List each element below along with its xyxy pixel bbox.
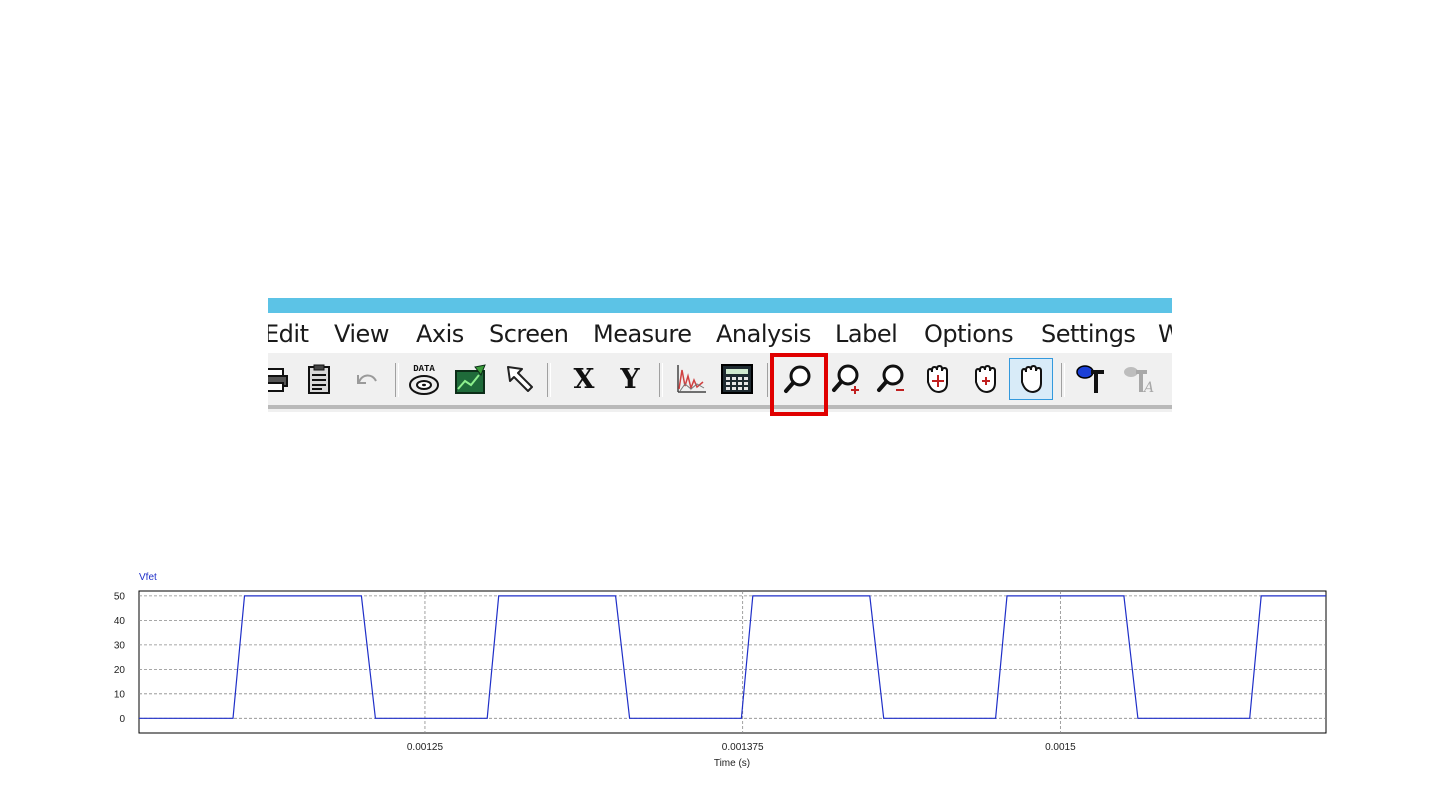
- load-data-button[interactable]: DATA: [406, 360, 442, 398]
- graph-setup-icon: [455, 364, 486, 394]
- undo-button[interactable]: [348, 360, 384, 398]
- text-label-button[interactable]: A: [1121, 360, 1157, 398]
- menu-analysis[interactable]: Analysis: [716, 320, 811, 348]
- zoom-in-button[interactable]: [828, 360, 864, 398]
- calculator-button[interactable]: [719, 360, 755, 398]
- print-button[interactable]: [268, 360, 294, 398]
- y-tick-label: 40: [114, 616, 126, 627]
- clipboard-icon: [308, 364, 330, 394]
- undo-icon: [357, 374, 377, 384]
- pan-hand-icon: [927, 364, 948, 394]
- data-load-icon: DATA: [409, 364, 439, 395]
- window-titlebar: [268, 298, 1172, 313]
- pan-hand-button[interactable]: [919, 360, 955, 398]
- y-axis-ticks: 0 10 20 30 40 50: [114, 591, 126, 724]
- toolbar-separator: [547, 363, 551, 397]
- graph-setup-button[interactable]: [453, 360, 489, 398]
- zoom-in-icon: [832, 364, 859, 394]
- menu-options[interactable]: Options: [924, 320, 1014, 348]
- menu-measure[interactable]: Measure: [593, 320, 692, 348]
- zoom-highlight-box: [770, 353, 828, 416]
- hand-pan-button[interactable]: [1009, 358, 1053, 400]
- menu-axis[interactable]: Axis: [416, 320, 464, 348]
- label-icon: [1076, 365, 1104, 393]
- y-tick-label: 0: [119, 714, 125, 725]
- x-tick-label: 0.0015: [1045, 742, 1076, 753]
- menu-window[interactable]: W: [1158, 320, 1172, 348]
- y-axis-icon: Y: [620, 363, 640, 395]
- zoom-out-button[interactable]: [873, 360, 909, 398]
- clipboard-button[interactable]: [301, 360, 337, 398]
- menu-label[interactable]: Label: [835, 320, 898, 348]
- select-arrow-icon: [507, 366, 533, 392]
- hand-plus-icon: [975, 364, 996, 394]
- y-axis-button[interactable]: Y: [612, 360, 648, 398]
- menu-bar: Edit View Axis Screen Measure Analysis L…: [268, 313, 1172, 353]
- menu-screen[interactable]: Screen: [489, 320, 569, 348]
- calculator-icon: [721, 364, 753, 394]
- trace-title: Vfet: [139, 572, 157, 583]
- y-tick-label: 30: [114, 640, 126, 651]
- y-tick-label: 50: [114, 591, 126, 602]
- waveform-plot: Vfet 0 10 20 30 40 50 0.00125 0.001375 0.0015 T…: [114, 572, 1327, 769]
- data-icon-text: DATA: [413, 364, 435, 374]
- zoom-out-icon: [877, 364, 904, 392]
- select-arrow-button[interactable]: [502, 360, 538, 398]
- plot-area[interactable]: [138, 590, 1327, 734]
- hand-plus-button[interactable]: [967, 360, 1003, 398]
- toolbar-separator: [395, 363, 399, 397]
- menu-settings[interactable]: Settings: [1041, 320, 1136, 348]
- x-axis-button[interactable]: X: [566, 360, 602, 398]
- y-tick-label: 10: [114, 689, 126, 700]
- x-axis-icon: X: [573, 363, 595, 395]
- hand-pan-icon: [1021, 364, 1042, 394]
- print-icon: [268, 368, 288, 392]
- menu-edit[interactable]: Edit: [268, 320, 309, 348]
- x-tick-label: 0.00125: [407, 742, 444, 753]
- y-tick-label: 20: [114, 665, 126, 676]
- toolbar-separator: [659, 363, 663, 397]
- fft-icon: [677, 365, 706, 393]
- menu-view[interactable]: View: [334, 320, 389, 348]
- x-axis-ticks: 0.00125 0.001375 0.0015: [407, 742, 1076, 753]
- toolbar-screenshot: Edit View Axis Screen Measure Analysis L…: [268, 298, 1172, 412]
- fft-button[interactable]: [673, 360, 709, 398]
- label-button[interactable]: [1073, 360, 1109, 398]
- x-tick-label: 0.001375: [722, 742, 764, 753]
- toolbar-separator: [1061, 363, 1065, 397]
- svg-text:A: A: [1142, 380, 1154, 396]
- text-label-icon: A: [1124, 367, 1154, 396]
- toolbar: DATA X Y A: [268, 353, 1172, 409]
- x-axis-label: Time (s): [714, 758, 750, 769]
